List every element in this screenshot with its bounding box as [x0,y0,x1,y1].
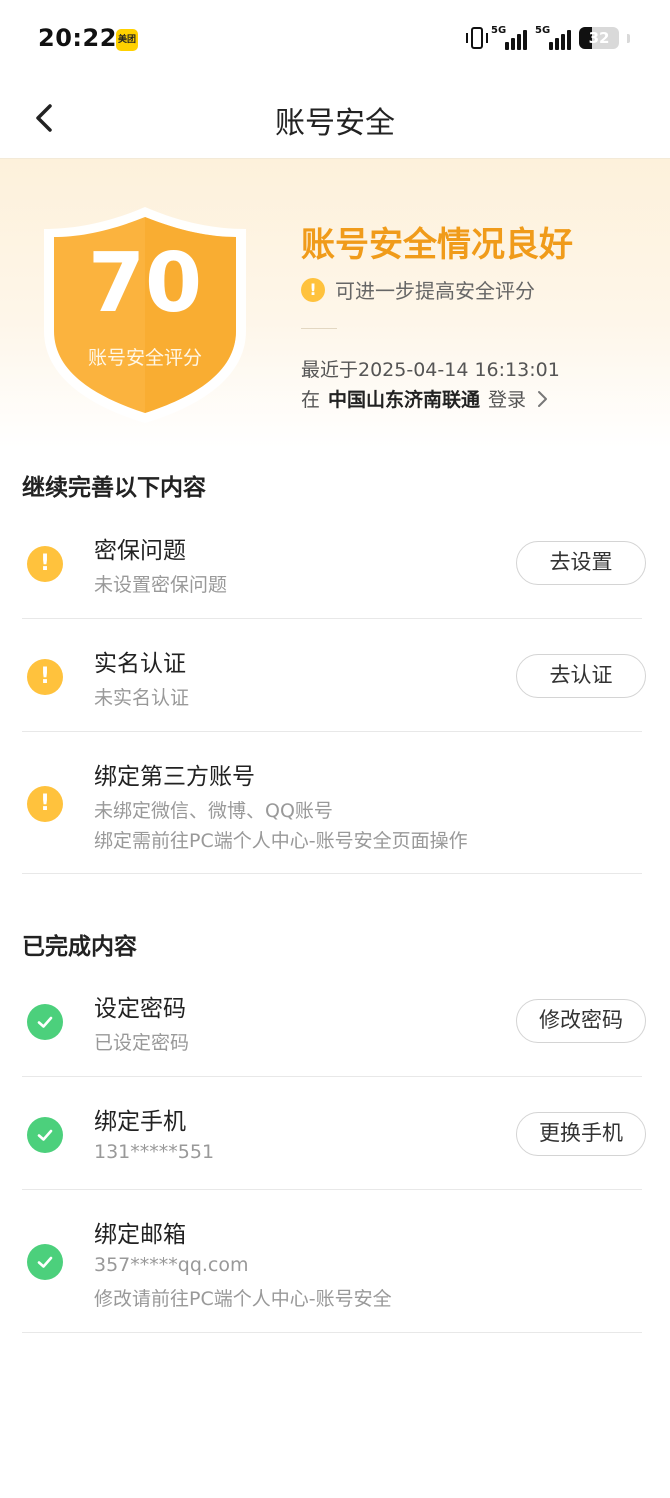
login-location-prefix: 在 [301,389,321,411]
exclamation-circle-icon: ! [301,277,325,302]
pending-section-title: 继续完善以下内容 [22,475,206,501]
nav-bar: 账号安全 [0,80,670,158]
last-login-location-link[interactable]: 在 中国山东济南联通 登录 [301,385,550,412]
item-note: 修改请前往PC端个人中心-账号安全 [94,1288,392,1310]
item-subtitle: 未绑定微信、微博、QQ账号 [94,800,333,822]
security-score-shield: 70 账号安全评分 [38,203,252,425]
item-subtitle: 已设定密码 [94,1032,190,1054]
signal-icon: 5G [491,25,527,50]
item-title: 绑定邮箱 [94,1222,186,1248]
login-location-suffix: 登录 [488,389,527,411]
login-carrier: 中国山东济南联通 [328,389,481,411]
last-login-time: 最近于2025-04-14 16:13:01 [301,359,560,381]
item-title: 绑定手机 [94,1109,186,1135]
done-section-title: 已完成内容 [22,934,137,960]
change-phone-button[interactable]: 更换手机 [516,1112,646,1156]
item-subtitle: 357*****qq.com [94,1254,249,1276]
app-notification-icon: 美团 [116,29,138,51]
battery-level: 32 [588,29,610,47]
security-score-label: 账号安全评分 [87,347,202,369]
security-hint: ! 可进一步提高安全评分 [301,275,535,304]
list-item-real-name: ! 实名认证 未实名认证 去认证 [22,620,646,732]
item-subtitle: 未设置密保问题 [94,574,228,596]
signal-label: 5G [535,25,551,36]
verify-real-name-button[interactable]: 去认证 [516,654,646,698]
item-title: 绑定第三方账号 [94,764,255,790]
signal-label: 5G [491,25,507,36]
item-title: 设定密码 [94,996,186,1022]
item-title: 密保问题 [94,538,186,564]
check-circle-icon [27,1117,63,1153]
item-subtitle: 131*****551 [94,1141,215,1163]
list-item-security-question: ! 密保问题 未设置密保问题 去设置 [22,507,646,619]
security-score: 70 [87,236,203,331]
item-note: 绑定需前往PC端个人中心-账号安全页面操作 [94,830,468,852]
status-bar: 20:22 美团 5G 5G 32 [0,0,670,80]
list-item-password: 设定密码 已设定密码 修改密码 [22,965,646,1077]
item-title: 实名认证 [94,651,186,677]
check-circle-icon [27,1244,63,1280]
exclamation-circle-icon: ! [27,786,63,822]
list-item-phone: 绑定手机 131*****551 更换手机 [22,1078,646,1190]
security-summary: 70 账号安全评分 账号安全情况良好 ! 可进一步提高安全评分 最近于2025-… [0,158,670,448]
signal-icon: 5G [535,25,571,50]
chevron-right-icon [538,390,548,407]
set-security-question-button[interactable]: 去设置 [516,541,646,585]
item-subtitle: 未实名认证 [94,687,190,709]
battery-icon: 32 [579,27,619,49]
divider [301,328,337,329]
page-title: 账号安全 [275,106,395,141]
change-password-button[interactable]: 修改密码 [516,999,646,1043]
exclamation-circle-icon: ! [27,546,63,582]
vibrate-icon [466,27,488,49]
check-circle-icon [27,1004,63,1040]
exclamation-circle-icon: ! [27,659,63,695]
battery-tip [627,33,630,43]
list-item-email: 绑定邮箱 357*****qq.com 修改请前往PC端个人中心-账号安全 [22,1191,642,1333]
status-time: 20:22 [38,24,117,52]
security-hint-text: 可进一步提高安全评分 [335,279,535,303]
list-item-third-party: ! 绑定第三方账号 未绑定微信、微博、QQ账号 绑定需前往PC端个人中心-账号安… [22,733,642,874]
security-status-text: 账号安全情况良好 [301,225,573,265]
status-icons: 5G 5G 32 [466,25,630,50]
